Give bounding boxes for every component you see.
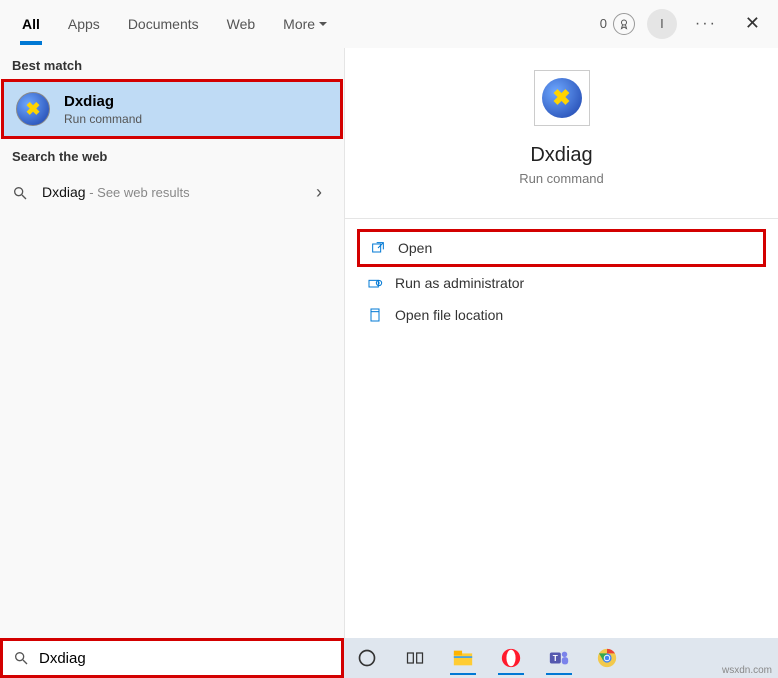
tab-apps[interactable]: Apps xyxy=(54,4,114,44)
rewards-score[interactable]: 0 xyxy=(600,13,635,35)
medal-icon xyxy=(613,13,635,35)
taskbar: T wsxdn.com xyxy=(344,638,778,678)
account-avatar[interactable]: I xyxy=(647,9,677,39)
file-explorer-icon[interactable] xyxy=(446,641,480,675)
section-best-match-header: Best match xyxy=(0,48,344,79)
search-input[interactable] xyxy=(39,650,331,667)
action-run-admin-label: Run as administrator xyxy=(395,275,524,291)
chevron-right-icon: › xyxy=(316,182,332,203)
details-subtitle: Run command xyxy=(519,171,604,186)
web-result-row[interactable]: Dxdiag - See web results › xyxy=(0,170,344,215)
dxdiag-large-icon: ✖ xyxy=(542,78,582,118)
details-title: Dxdiag xyxy=(530,144,592,167)
task-view-icon[interactable] xyxy=(398,641,432,675)
dxdiag-icon: ✖ xyxy=(16,92,50,126)
open-icon xyxy=(370,240,386,256)
svg-text:T: T xyxy=(553,654,558,663)
cortana-icon[interactable] xyxy=(350,641,384,675)
tab-web[interactable]: Web xyxy=(213,4,270,44)
folder-icon xyxy=(367,307,383,323)
tab-list: All Apps Documents Web More xyxy=(8,4,341,44)
best-match-subtitle: Run command xyxy=(64,112,142,126)
details-icon-frame: ✖ xyxy=(534,70,590,126)
close-button[interactable]: ✕ xyxy=(735,13,770,34)
top-bar: All Apps Documents Web More 0 I ··· ✕ xyxy=(0,0,778,48)
action-open-location-label: Open file location xyxy=(395,307,503,323)
action-list: Open Run as administrator Open file loca… xyxy=(345,223,778,337)
tab-more-label: More xyxy=(283,16,315,32)
best-match-result[interactable]: ✖ Dxdiag Run command xyxy=(1,79,343,139)
admin-icon xyxy=(367,275,383,291)
tab-more[interactable]: More xyxy=(269,4,341,44)
more-options-button[interactable]: ··· xyxy=(689,15,723,33)
best-match-text: Dxdiag Run command xyxy=(64,93,142,126)
score-value: 0 xyxy=(600,16,607,31)
search-icon xyxy=(13,650,29,666)
chrome-icon[interactable] xyxy=(590,641,624,675)
action-open-location[interactable]: Open file location xyxy=(357,299,766,331)
web-result-suffix: - See web results xyxy=(86,185,190,200)
chevron-down-icon xyxy=(319,22,327,30)
search-box[interactable] xyxy=(0,638,344,678)
details-panel: ✖ Dxdiag Run command Open Run as adminis… xyxy=(344,48,778,638)
action-open[interactable]: Open xyxy=(357,229,766,267)
web-result-term: Dxdiag xyxy=(42,184,86,200)
main-area: Best match ✖ Dxdiag Run command Search t… xyxy=(0,48,778,638)
bottom-area: T wsxdn.com xyxy=(0,638,778,678)
action-run-admin[interactable]: Run as administrator xyxy=(357,267,766,299)
teams-icon[interactable]: T xyxy=(542,641,576,675)
tab-documents[interactable]: Documents xyxy=(114,4,213,44)
tab-all[interactable]: All xyxy=(8,4,54,44)
topbar-right: 0 I ··· ✕ xyxy=(600,9,770,39)
details-header: ✖ Dxdiag Run command xyxy=(345,48,778,202)
web-result-text: Dxdiag - See web results xyxy=(42,184,190,202)
results-column: Best match ✖ Dxdiag Run command Search t… xyxy=(0,48,344,638)
section-search-web-header: Search the web xyxy=(0,139,344,170)
search-icon xyxy=(12,185,28,201)
best-match-title: Dxdiag xyxy=(64,93,142,110)
action-open-label: Open xyxy=(398,240,432,256)
watermark: wsxdn.com xyxy=(722,665,772,676)
opera-icon[interactable] xyxy=(494,641,528,675)
web-result-left: Dxdiag - See web results xyxy=(12,184,190,202)
divider xyxy=(345,218,778,219)
